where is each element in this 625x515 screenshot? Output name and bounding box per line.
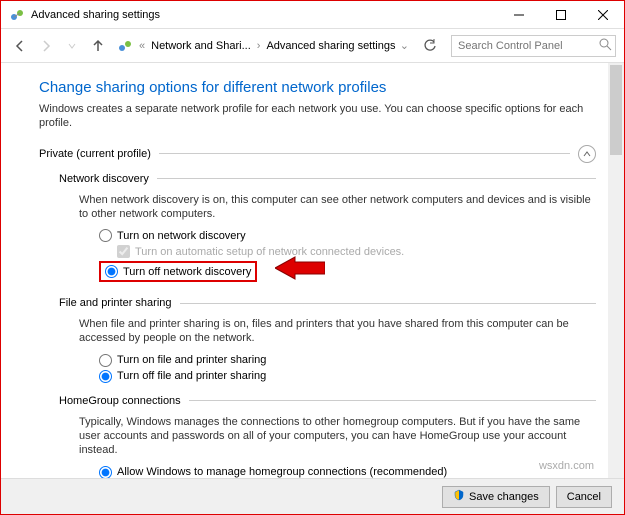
breadcrumb: « Network and Shari... › Advanced sharin… xyxy=(117,38,411,54)
checkbox-auto-setup: Turn on automatic setup of network conne… xyxy=(117,245,596,258)
radio-input[interactable] xyxy=(99,354,112,367)
cancel-button[interactable]: Cancel xyxy=(556,486,612,508)
radio-label: Turn on network discovery xyxy=(117,230,246,242)
page-heading: Change sharing options for different net… xyxy=(39,79,596,96)
watermark: wsxdn.com xyxy=(539,460,594,472)
radio-turn-on-discovery[interactable]: Turn on network discovery xyxy=(99,229,596,242)
forward-button[interactable] xyxy=(35,35,57,57)
back-button[interactable] xyxy=(9,35,31,57)
scrollbar-thumb[interactable] xyxy=(610,65,622,155)
up-button[interactable] xyxy=(87,35,109,57)
radio-allow-windows-manage[interactable]: Allow Windows to manage homegroup connec… xyxy=(99,466,596,478)
divider xyxy=(159,153,570,154)
checkbox-input xyxy=(117,245,130,258)
button-label: Save changes xyxy=(469,491,539,503)
search-icon[interactable] xyxy=(599,38,612,56)
breadcrumb-advanced-sharing[interactable]: Advanced sharing settings xyxy=(264,38,397,54)
save-changes-button[interactable]: Save changes xyxy=(442,486,550,508)
radio-label: Turn off network discovery xyxy=(123,266,251,278)
section-description: When file and printer sharing is on, fil… xyxy=(79,317,596,346)
minimize-button[interactable] xyxy=(498,1,540,29)
bottom-bar: Save changes Cancel xyxy=(1,478,624,514)
section-description: Typically, Windows manages the connectio… xyxy=(79,415,596,458)
chevron-right-icon: › xyxy=(257,40,261,52)
window-title: Advanced sharing settings xyxy=(31,9,498,21)
close-button[interactable] xyxy=(582,1,624,29)
annotation-arrow xyxy=(275,255,325,286)
search-box xyxy=(451,35,616,57)
section-file-printer-sharing: File and printer sharing When file and p… xyxy=(59,297,596,383)
profile-header: Private (current profile) xyxy=(39,145,596,163)
radio-input[interactable] xyxy=(99,370,112,383)
radio-turn-off-discovery[interactable]: Turn off network discovery xyxy=(99,261,257,282)
network-sharing-icon xyxy=(9,7,25,23)
radio-turn-off-file-sharing[interactable]: Turn off file and printer sharing xyxy=(99,370,596,383)
profile-label: Private (current profile) xyxy=(39,148,151,160)
radio-label: Turn on file and printer sharing xyxy=(117,354,266,366)
chevron-left-icon[interactable]: « xyxy=(139,40,145,52)
section-homegroup: HomeGroup connections Typically, Windows… xyxy=(59,395,596,478)
navbar: « Network and Shari... › Advanced sharin… xyxy=(1,29,624,63)
radio-input[interactable] xyxy=(105,265,118,278)
chevron-up-icon xyxy=(582,149,592,159)
radio-input[interactable] xyxy=(99,466,112,478)
network-sharing-icon xyxy=(117,38,133,54)
page-description: Windows creates a separate network profi… xyxy=(39,102,596,131)
button-label: Cancel xyxy=(567,491,601,503)
radio-input[interactable] xyxy=(99,229,112,242)
maximize-button[interactable] xyxy=(540,1,582,29)
shield-icon xyxy=(453,489,465,504)
breadcrumb-network-sharing[interactable]: Network and Shari... xyxy=(149,38,253,54)
search-input[interactable] xyxy=(451,35,616,57)
checkbox-label: Turn on automatic setup of network conne… xyxy=(135,246,404,258)
chevron-down-icon[interactable]: ⌄ xyxy=(400,39,409,52)
radio-label: Turn off file and printer sharing xyxy=(117,370,266,382)
refresh-button[interactable] xyxy=(419,35,441,57)
radio-turn-on-file-sharing[interactable]: Turn on file and printer sharing xyxy=(99,354,596,367)
section-title: HomeGroup connections xyxy=(59,395,181,407)
radio-label: Allow Windows to manage homegroup connec… xyxy=(117,466,447,478)
window-controls xyxy=(498,1,624,29)
section-network-discovery: Network discovery When network discovery… xyxy=(59,173,596,286)
scrollbar[interactable] xyxy=(608,63,624,478)
recent-dropdown[interactable] xyxy=(61,35,83,57)
divider xyxy=(157,178,596,179)
section-title: File and printer sharing xyxy=(59,297,172,309)
titlebar: Advanced sharing settings xyxy=(1,1,624,29)
divider xyxy=(189,400,596,401)
collapse-button[interactable] xyxy=(578,145,596,163)
section-description: When network discovery is on, this compu… xyxy=(79,193,596,222)
section-title: Network discovery xyxy=(59,173,149,185)
divider xyxy=(180,303,596,304)
content-area: Change sharing options for different net… xyxy=(1,63,624,478)
